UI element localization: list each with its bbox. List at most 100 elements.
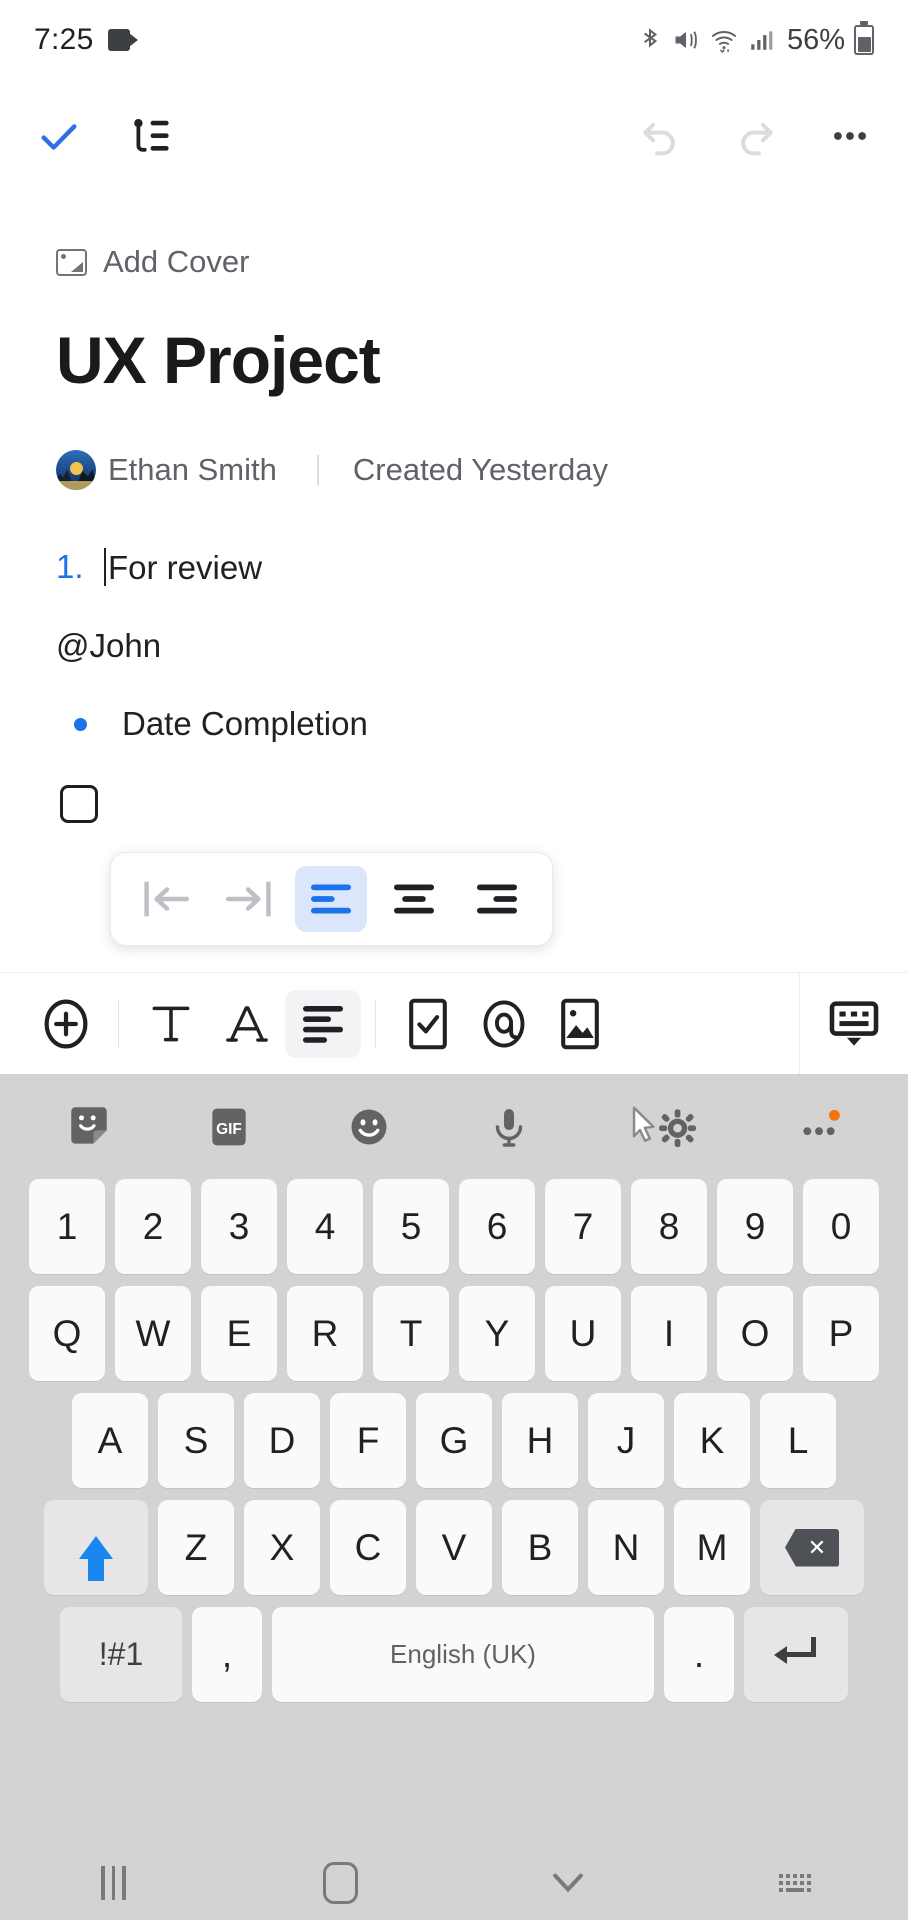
key-m[interactable]: M (674, 1500, 750, 1595)
key-y[interactable]: Y (459, 1286, 535, 1381)
key-k[interactable]: K (674, 1393, 750, 1488)
enter-icon (774, 1636, 818, 1673)
key-comma[interactable]: , (192, 1607, 262, 1702)
add-block-button[interactable] (28, 990, 104, 1058)
battery-percent: 56% (786, 23, 845, 56)
key-4[interactable]: 4 (287, 1179, 363, 1274)
outline-button[interactable] (126, 112, 174, 160)
key-u[interactable]: U (545, 1286, 621, 1381)
list-item[interactable]: Date Completion (56, 705, 852, 743)
document-body: Add Cover UX Project Ethan Smith Created… (0, 192, 908, 823)
keyboard-row-home: A S D F G H J K L (8, 1393, 900, 1488)
outdent-icon (144, 881, 190, 917)
home-button[interactable] (227, 1862, 454, 1904)
image-insert-button[interactable] (542, 990, 618, 1058)
keyboard-overflow-icon[interactable] (782, 1090, 856, 1164)
key-x[interactable]: X (244, 1500, 320, 1595)
key-z[interactable]: Z (158, 1500, 234, 1595)
mention-insert-button[interactable] (466, 990, 542, 1058)
gif-icon[interactable]: GIF (192, 1090, 266, 1164)
key-e[interactable]: E (201, 1286, 277, 1381)
editor-toolbar (0, 972, 908, 1074)
key-o[interactable]: O (717, 1286, 793, 1381)
key-2[interactable]: 2 (115, 1179, 191, 1274)
undo-icon (643, 123, 675, 156)
undo-button[interactable] (636, 112, 684, 160)
key-r[interactable]: R (287, 1286, 363, 1381)
key-g[interactable]: G (416, 1393, 492, 1488)
key-b[interactable]: B (502, 1500, 578, 1595)
align-left-icon (303, 1005, 343, 1043)
phone-screen: 7:25 56% Add Cover UX Project Ethan Smit… (0, 0, 908, 1920)
key-period[interactable]: . (664, 1607, 734, 1702)
key-f[interactable]: F (330, 1393, 406, 1488)
hide-keyboard-button[interactable] (800, 990, 908, 1058)
key-symbols[interactable]: !#1 (60, 1607, 182, 1702)
paragraph-align-button[interactable] (285, 989, 361, 1058)
microphone-icon[interactable] (472, 1090, 546, 1164)
gif-glyph: GIF (212, 1108, 246, 1145)
checkbox-icon[interactable] (60, 785, 98, 823)
key-0[interactable]: 0 (803, 1179, 879, 1274)
key-w[interactable]: W (115, 1286, 191, 1381)
font-style-button[interactable] (209, 990, 285, 1058)
recents-icon (101, 1866, 126, 1900)
done-check-button[interactable] (36, 113, 82, 159)
key-a[interactable]: A (72, 1393, 148, 1488)
align-right-button[interactable] (461, 866, 533, 932)
key-t[interactable]: T (373, 1286, 449, 1381)
recents-button[interactable] (0, 1866, 227, 1900)
text-style-button[interactable] (133, 990, 209, 1058)
key-space[interactable]: English (UK) (272, 1607, 654, 1702)
key-7[interactable]: 7 (545, 1179, 621, 1274)
key-enter[interactable] (744, 1607, 848, 1702)
redo-button[interactable] (732, 112, 780, 160)
key-5[interactable]: 5 (373, 1179, 449, 1274)
add-cover-button[interactable]: Add Cover (56, 244, 852, 280)
hide-keyboard-icon (829, 1000, 879, 1046)
key-n[interactable]: N (588, 1500, 664, 1595)
align-center-button[interactable] (378, 866, 450, 932)
key-v[interactable]: V (416, 1500, 492, 1595)
at-mention-icon (483, 1000, 525, 1047)
page-title[interactable]: UX Project (56, 322, 852, 398)
back-button[interactable] (454, 1866, 681, 1900)
key-3[interactable]: 3 (201, 1179, 277, 1274)
key-d[interactable]: D (244, 1393, 320, 1488)
checkbox-icon (409, 998, 447, 1049)
key-l[interactable]: L (760, 1393, 836, 1488)
key-shift[interactable] (44, 1500, 148, 1595)
list-item-label: Date Completion (122, 705, 368, 742)
bullet-icon (74, 717, 87, 731)
keyboard-switch-button[interactable] (681, 1874, 908, 1892)
key-8[interactable]: 8 (631, 1179, 707, 1274)
mute-vibrate-icon (675, 31, 697, 49)
indent-button[interactable] (213, 866, 285, 932)
key-1[interactable]: 1 (29, 1179, 105, 1274)
cellular-signal-icon (751, 31, 773, 50)
key-c[interactable]: C (330, 1500, 406, 1595)
key-6[interactable]: 6 (459, 1179, 535, 1274)
outline-list-icon (134, 119, 169, 152)
key-i[interactable]: I (631, 1286, 707, 1381)
settings-icon[interactable] (612, 1090, 716, 1164)
align-left-button[interactable] (295, 866, 368, 932)
checkbox-list-item[interactable] (56, 785, 852, 823)
key-h[interactable]: H (502, 1393, 578, 1488)
sticker-icon[interactable] (52, 1090, 126, 1164)
outdent-button[interactable] (130, 866, 202, 932)
key-q[interactable]: Q (29, 1286, 105, 1381)
checkbox-insert-button[interactable] (390, 990, 466, 1058)
key-p[interactable]: P (803, 1286, 879, 1381)
key-backspace[interactable]: ✕ (760, 1500, 864, 1595)
toolbar-divider (375, 999, 376, 1048)
paragraph-mention[interactable]: @John (56, 627, 852, 665)
emoji-icon[interactable] (332, 1090, 406, 1164)
more-options-button[interactable] (828, 114, 872, 158)
key-j[interactable]: J (588, 1393, 664, 1488)
list-item-text[interactable]: For review (104, 548, 262, 587)
key-s[interactable]: S (158, 1393, 234, 1488)
key-9[interactable]: 9 (717, 1179, 793, 1274)
list-item[interactable]: 1. For review (56, 548, 852, 587)
add-cover-label: Add Cover (103, 244, 250, 279)
